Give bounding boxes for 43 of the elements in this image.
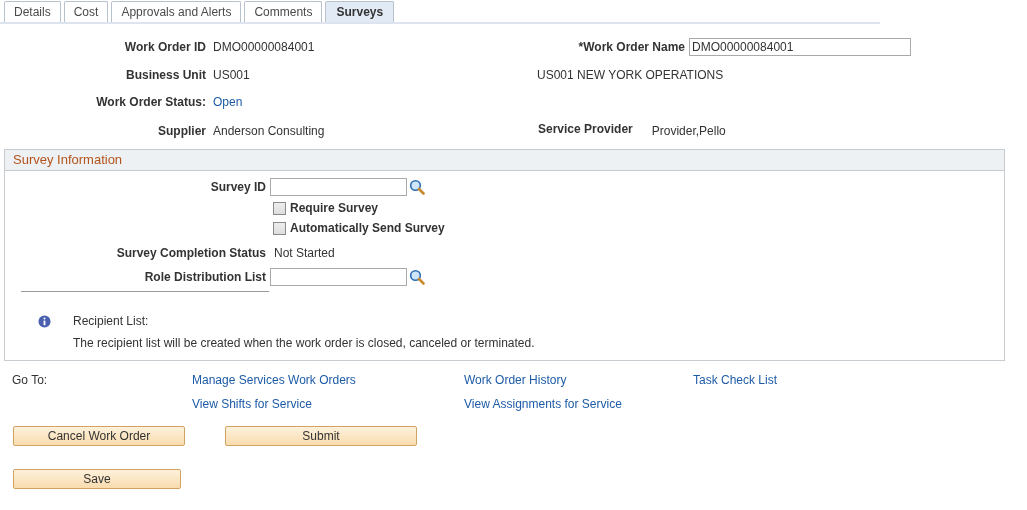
field-label: Business Unit: [125, 68, 206, 82]
checkbox-label: Require Survey: [290, 201, 379, 215]
section-title: Survey Information: [5, 150, 1004, 171]
link[interactable]: View Shifts for Service: [192, 397, 464, 411]
recipient-list-note: The recipient list will be created when the work order is closed, canceled or terminated.: [73, 336, 535, 350]
field-label: Supplier: [157, 124, 206, 138]
search-icon[interactable]: [409, 179, 425, 195]
action-button[interactable]: Cancel Work Order: [13, 426, 185, 446]
survey-id-field[interactable]: [270, 178, 407, 196]
go-to-label: Go To:: [12, 373, 49, 389]
checkbox[interactable]: [273, 221, 286, 235]
field-label: Survey Completion Status: [115, 246, 266, 260]
status-value: Open: [213, 95, 244, 109]
field-label: Role Distribution List: [143, 270, 266, 284]
field-label: Service Provider: [538, 122, 633, 136]
field-label: Work Order ID: [123, 40, 206, 54]
tab[interactable]: Approvals and Alerts: [111, 1, 242, 22]
link[interactable]: Task Check List: [693, 373, 778, 387]
field-label: *Work Order Name: [577, 40, 685, 54]
action-button[interactable]: Submit: [225, 426, 417, 446]
tab[interactable]: Cost: [63, 1, 109, 22]
field-label: Survey ID: [209, 180, 266, 194]
work-order-name-field[interactable]: DMO00000084001: [689, 38, 911, 56]
field-value: Not Started: [274, 246, 335, 260]
field-label: Work Order Status:: [95, 95, 206, 109]
link[interactable]: Work Order History: [464, 373, 693, 387]
recipient-list-title: Recipient List:: [73, 314, 150, 328]
role-distribution-list-field[interactable]: [270, 268, 407, 286]
action-button[interactable]: Save: [13, 469, 181, 489]
tab[interactable]: Comments: [244, 1, 323, 22]
field-value: Anderson Consulting: [213, 124, 326, 138]
link[interactable]: Manage Services Work Orders: [192, 373, 464, 387]
checkbox[interactable]: [273, 201, 286, 215]
field-value: DMO00000084001: [213, 40, 316, 54]
search-icon[interactable]: [409, 269, 425, 285]
field-description: US001 NEW YORK OPERATIONS: [537, 68, 724, 82]
tab[interactable]: Details: [4, 1, 61, 22]
info-icon: [38, 315, 51, 328]
field-value: US001: [213, 68, 251, 82]
link[interactable]: View Assignments for Service: [464, 397, 693, 411]
checkbox-label: Automatically Send Survey: [290, 221, 445, 235]
tab[interactable]: Surveys: [325, 1, 395, 22]
field-value: Provider,Pello: [651, 124, 726, 138]
